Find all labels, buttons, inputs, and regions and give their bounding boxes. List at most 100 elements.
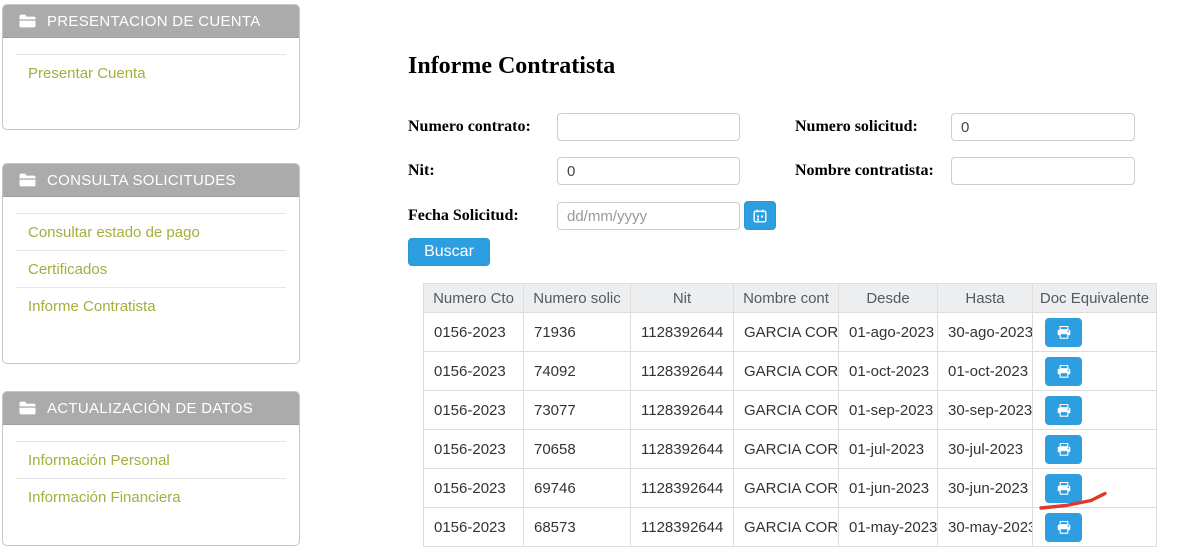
nombre-contratista-input[interactable] (951, 157, 1135, 185)
table-cell: 0156-2023 (424, 313, 524, 352)
numero-solicitud-label: Numero solicitud: (795, 117, 918, 137)
table-cell: 0156-2023 (424, 391, 524, 430)
table-cell: 01-jul-2023 (839, 430, 938, 469)
doc-equivalente-cell (1033, 391, 1157, 430)
sidebar-item[interactable]: Consultar estado de pago (16, 213, 286, 250)
table-cell: 01-ago-2023 (839, 313, 938, 352)
calendar-icon (753, 209, 767, 223)
sidebar-panel-title: ACTUALIZACIÓN DE DATOS (47, 400, 253, 417)
folder-icon (19, 173, 36, 187)
column-header: Nombre cont (734, 284, 839, 313)
doc-equivalente-cell (1033, 508, 1157, 547)
printer-icon (1057, 326, 1071, 339)
column-header: Nit (631, 284, 734, 313)
print-button[interactable] (1045, 357, 1082, 386)
print-button[interactable] (1045, 318, 1082, 347)
sidebar-panel-header[interactable]: CONSULTA SOLICITUDES (3, 164, 299, 197)
results-table: Numero CtoNumero solicNitNombre contDesd… (423, 283, 1157, 547)
print-button[interactable] (1045, 474, 1082, 503)
column-header: Doc Equivalente (1033, 284, 1157, 313)
page-title: Informe Contratista (408, 53, 615, 80)
table-cell: GARCIA COR (734, 313, 839, 352)
table-cell: 71936 (524, 313, 631, 352)
sidebar-panel-title: CONSULTA SOLICITUDES (47, 172, 236, 189)
table-cell: 1128392644 (631, 391, 734, 430)
table-body: 0156-2023719361128392644GARCIA COR01-ago… (424, 313, 1157, 547)
doc-equivalente-cell (1033, 313, 1157, 352)
table-cell: GARCIA COR (734, 352, 839, 391)
table-cell: 0156-2023 (424, 508, 524, 547)
nit-label: Nit: (408, 161, 435, 181)
buscar-button[interactable]: Buscar (408, 238, 490, 266)
sidebar-panel-2: ACTUALIZACIÓN DE DATOS Información Person… (2, 391, 300, 546)
folder-icon (19, 401, 36, 415)
doc-equivalente-cell (1033, 352, 1157, 391)
print-button[interactable] (1045, 396, 1082, 425)
table-row: 0156-2023719361128392644GARCIA COR01-ago… (424, 313, 1157, 352)
sidebar-panel-header[interactable]: ACTUALIZACIÓN DE DATOS (3, 392, 299, 425)
column-header: Hasta (938, 284, 1033, 313)
sidebar-panel-list: Información PersonalInformación Financie… (3, 425, 299, 545)
table-cell: 1128392644 (631, 469, 734, 508)
table-cell: GARCIA COR (734, 469, 839, 508)
sidebar-panel-title: PRESENTACION DE CUENTA (47, 13, 261, 30)
table-cell: 1128392644 (631, 430, 734, 469)
printer-icon (1057, 443, 1071, 456)
numero-solicitud-input[interactable] (951, 113, 1135, 141)
doc-equivalente-cell (1033, 430, 1157, 469)
table-row: 0156-2023697461128392644GARCIA COR01-jun… (424, 469, 1157, 508)
table-cell: 01-may-2023 (839, 508, 938, 547)
table-row: 0156-2023706581128392644GARCIA COR01-jul… (424, 430, 1157, 469)
printer-icon (1057, 521, 1071, 534)
sidebar-item[interactable]: Presentar Cuenta (16, 54, 286, 91)
table-cell: 1128392644 (631, 313, 734, 352)
sidebar-item[interactable]: Informe Contratista (16, 287, 286, 324)
table-cell: GARCIA COR (734, 508, 839, 547)
printer-icon (1057, 404, 1071, 417)
table-cell: 0156-2023 (424, 430, 524, 469)
sidebar: PRESENTACION DE CUENTA Presentar Cuenta CO… (2, 4, 300, 546)
sidebar-item[interactable]: Información Personal (16, 441, 286, 478)
folder-icon (19, 14, 36, 28)
table-cell: 0156-2023 (424, 352, 524, 391)
table-cell: 01-sep-2023 (839, 391, 938, 430)
sidebar-panel-header[interactable]: PRESENTACION DE CUENTA (3, 5, 299, 38)
column-header: Desde (839, 284, 938, 313)
sidebar-panel-list: Presentar Cuenta (3, 38, 299, 129)
column-header: Numero Cto (424, 284, 524, 313)
nombre-contratista-label: Nombre contratista: (795, 161, 934, 181)
nit-input[interactable] (557, 157, 740, 185)
numero-contrato-input[interactable] (557, 113, 740, 141)
table-cell: GARCIA COR (734, 430, 839, 469)
numero-contrato-label: Numero contrato: (408, 117, 531, 137)
print-button[interactable] (1045, 435, 1082, 464)
sidebar-item[interactable]: Certificados (16, 250, 286, 287)
table-cell: 0156-2023 (424, 469, 524, 508)
table-cell: 70658 (524, 430, 631, 469)
table-header-row: Numero CtoNumero solicNitNombre contDesd… (424, 284, 1157, 313)
table-cell: 01-jun-2023 (839, 469, 938, 508)
table-cell: 30-jun-2023 (938, 469, 1033, 508)
table-row: 0156-2023730771128392644GARCIA COR01-sep… (424, 391, 1157, 430)
sidebar-panel-list: Consultar estado de pagoCertificadosInfo… (3, 197, 299, 363)
table-row: 0156-2023740921128392644GARCIA COR 01-oct… (424, 352, 1157, 391)
printer-icon (1057, 365, 1071, 378)
fecha-solicitud-input[interactable] (557, 202, 740, 230)
sidebar-panel-0: PRESENTACION DE CUENTA Presentar Cuenta (2, 4, 300, 130)
column-header: Numero solic (524, 284, 631, 313)
table-cell: 73077 (524, 391, 631, 430)
doc-equivalente-cell (1033, 469, 1157, 508)
table-cell: 1128392644 (631, 352, 734, 391)
sidebar-item[interactable]: Información Financiera (16, 478, 286, 515)
printer-icon (1057, 482, 1071, 495)
table-cell: GARCIA COR (734, 391, 839, 430)
calendar-button[interactable] (744, 201, 776, 230)
table-cell: 30-ago-2023 (938, 313, 1033, 352)
table-cell: 1128392644 (631, 508, 734, 547)
print-button[interactable] (1045, 513, 1082, 542)
fecha-solicitud-label: Fecha Solicitud: (408, 206, 519, 226)
table-cell: 30-may-2023 (938, 508, 1033, 547)
table-cell: 01-oct-2023 (938, 352, 1033, 391)
table-cell: 30-jul-2023 (938, 430, 1033, 469)
table-cell: 74092 (524, 352, 631, 391)
